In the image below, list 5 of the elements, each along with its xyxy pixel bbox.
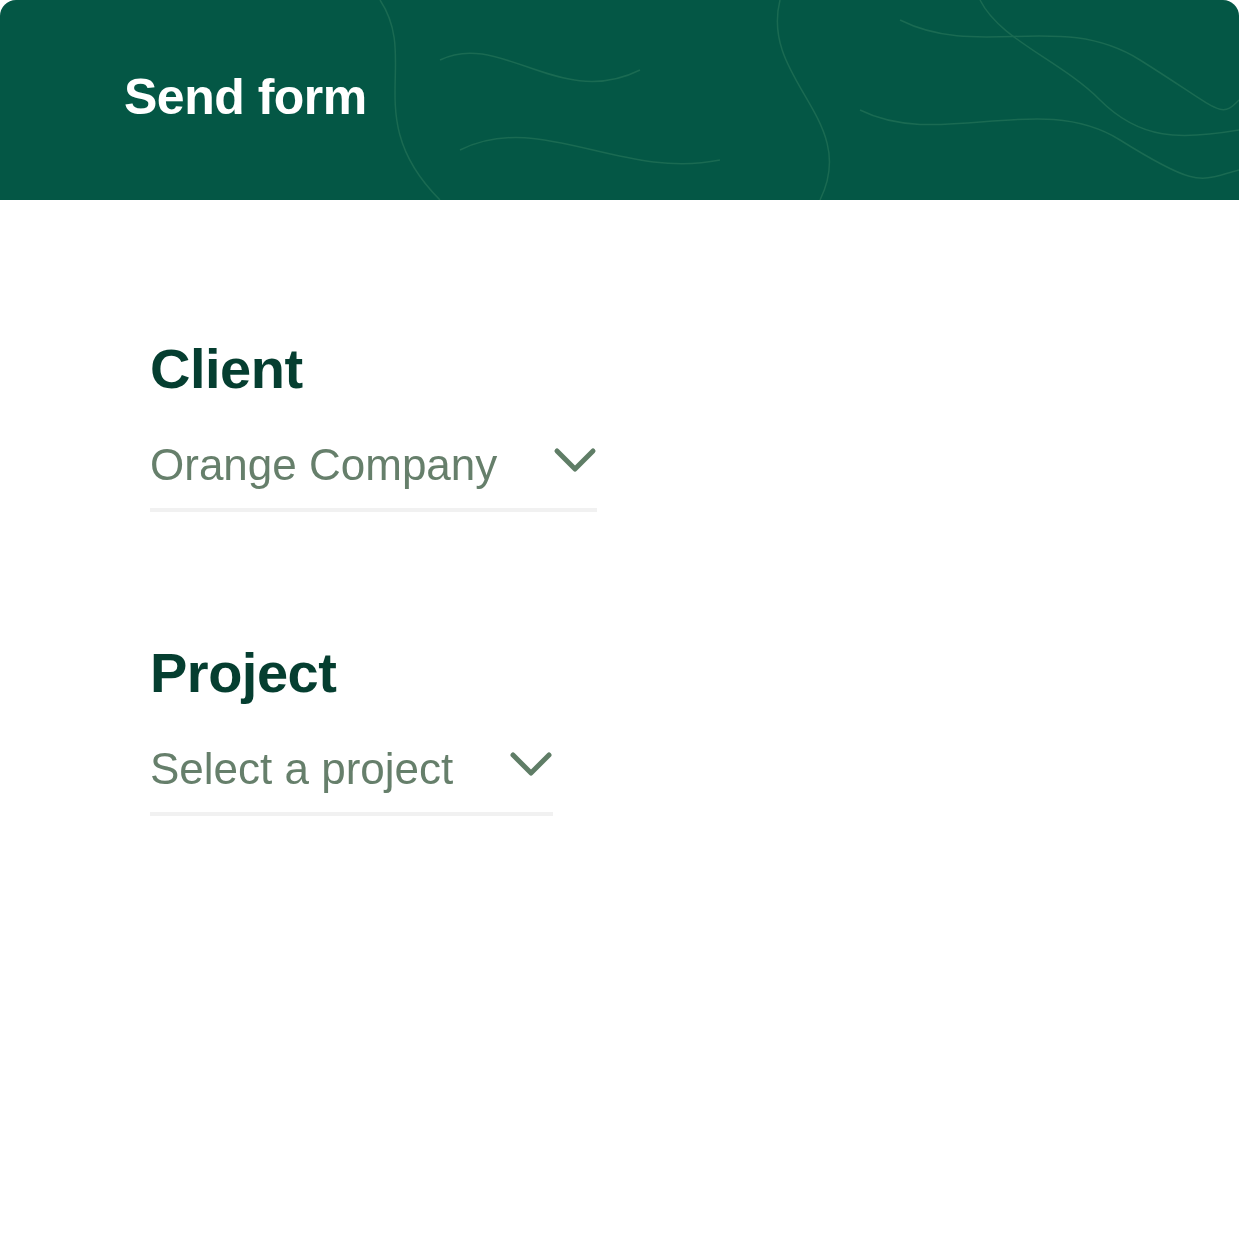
field-label: Client	[150, 338, 303, 400]
field-label: Project	[150, 642, 337, 704]
dropdown-field[interactable]: Select a project	[150, 743, 554, 817]
dropdown-field[interactable]: Orange Company	[150, 439, 598, 513]
form-title: Send form	[124, 68, 367, 126]
